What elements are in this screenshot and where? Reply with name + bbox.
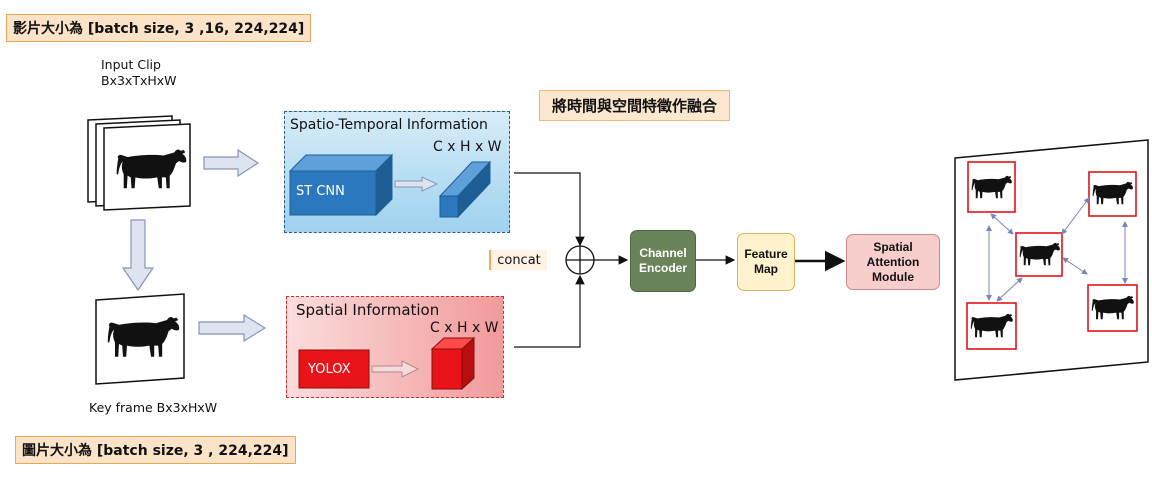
concat-operator-icon [565, 245, 595, 275]
sp-to-concat-line [514, 274, 585, 348]
feature-map-node: Feature Map [737, 233, 795, 291]
key-frame-label: Key frame Bx3xHxW [89, 400, 218, 415]
image-size-label: 圖片大小為 [batch size, 3 , 224,224] [15, 436, 296, 464]
channel-encoder-node: Channel Encoder [630, 230, 696, 292]
keyframe-to-spatial-arrow [198, 313, 267, 343]
st-to-concat-line [514, 172, 585, 247]
spatial-attention-node: Spatial Attention Module [846, 234, 940, 290]
key-frame-image [95, 293, 185, 385]
attention-output-image [954, 139, 1149, 381]
yolox-output-block [430, 336, 476, 391]
clip-to-keyframe-arrow [121, 219, 155, 292]
st-cnn-label: ST CNN [296, 184, 345, 199]
st-output-block [438, 160, 492, 219]
yolox-inner-arrow [371, 360, 420, 378]
st-inner-arrow [394, 176, 439, 192]
concat-label: concat [489, 250, 547, 270]
yolox-label: YOLOX [308, 362, 351, 377]
clip-to-st-arrow [203, 148, 260, 178]
input-clip-stack [87, 115, 191, 211]
